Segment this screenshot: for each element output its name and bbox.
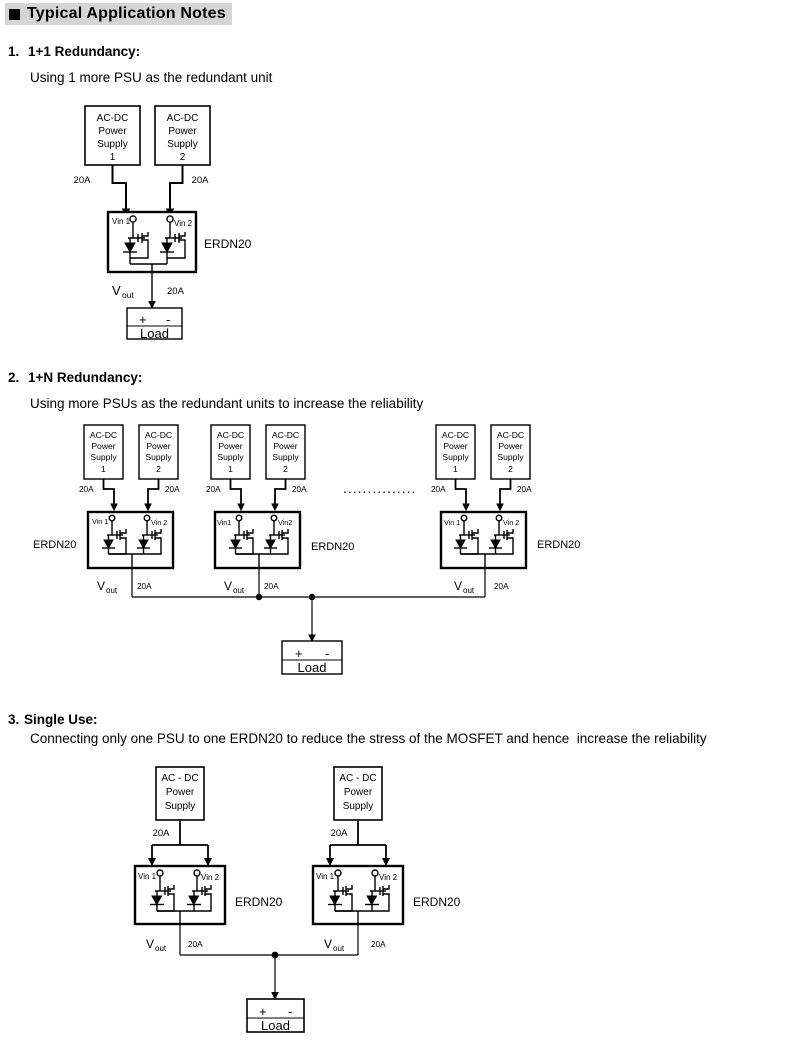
s1-output-current: 20A (188, 940, 203, 949)
single-group-1: AC - DC Power Supply 20A Vin 1 Vin 2 ERD… (133, 766, 283, 955)
s2-vin2-terminal (371, 869, 379, 877)
s2-erdn20-label: ERDN20 (413, 895, 461, 909)
load-minus-3: - (288, 1004, 292, 1019)
s1-erdn20-label: ERDN20 (235, 895, 283, 909)
s1-psu-line2: Power (166, 787, 195, 798)
s1-psu-line3: Supply (165, 801, 196, 812)
s1-vin2-terminal (193, 869, 201, 877)
s2-vin2-label: Vin 2 (379, 873, 398, 882)
load-plus-3: + (259, 1004, 267, 1019)
s2-psu-line1: AC - DC (339, 773, 376, 784)
single-group-2: AC - DC Power Supply 20A Vin 1 Vin 2 ERD… (311, 766, 461, 955)
s2-psu-line2: Power (344, 787, 373, 798)
s1-psu-current: 20A (153, 828, 171, 839)
s2-vout-label: V (324, 937, 332, 951)
s1-psu-line1: AC - DC (161, 773, 198, 784)
diagram-3-single-use: AC - DC Power Supply 20A Vin 1 Vin 2 ERD… (133, 766, 461, 1033)
s2-psu-current: 20A (331, 828, 349, 839)
s1-vin2-label: Vin 2 (201, 873, 220, 882)
application-notes-page: Typical Application Notes 1. 1+1 Redunda… (0, 0, 800, 1064)
load-label-3: Load (261, 1018, 290, 1033)
s1-vout-sub: out (155, 944, 167, 953)
s2-vout-sub: out (333, 944, 345, 953)
s1-vout-label: V (146, 937, 154, 951)
s1-vin1-label: Vin 1 (138, 872, 157, 881)
s2-vin1-terminal (334, 869, 342, 877)
s2-psu-line3: Supply (343, 801, 374, 812)
diagram-3-bus (180, 951, 358, 1001)
s2-output-current: 20A (371, 940, 386, 949)
s1-vin1-terminal (156, 869, 164, 877)
s2-vin1-label: Vin 1 (316, 872, 335, 881)
load-box-3: + - Load (246, 998, 305, 1033)
